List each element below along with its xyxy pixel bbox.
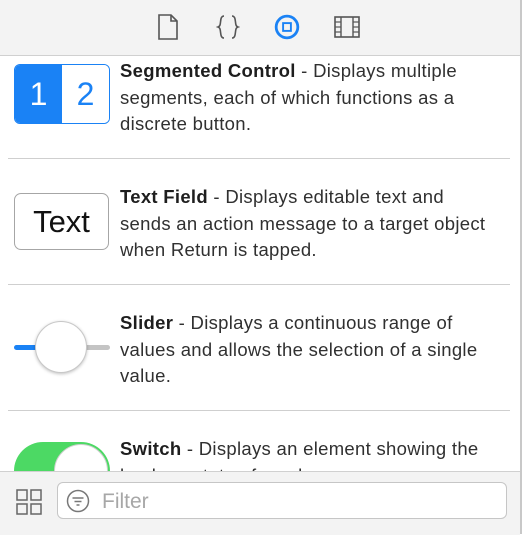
object-library-list[interactable]: 1 2 Segmented Control - Displays multipl… (0, 56, 520, 471)
switch-preview[interactable] (14, 442, 110, 471)
text-field-preview[interactable]: Text (14, 193, 109, 250)
grid-view-icon[interactable] (16, 489, 42, 515)
media-library-film-icon (334, 16, 360, 38)
object-library-icon (274, 14, 300, 40)
file-template-tab[interactable] (155, 13, 181, 41)
file-template-icon (158, 14, 178, 40)
media-library-tab[interactable] (334, 13, 360, 41)
switch-description: Switch - Displays an element showing the… (120, 436, 500, 471)
text-field-sample: Text (33, 203, 90, 239)
divider (8, 284, 510, 285)
segmented-control-description: Segmented Control - Displays multiple se… (120, 58, 500, 138)
slider-preview[interactable] (14, 319, 110, 375)
code-snippet-tab[interactable] (215, 13, 241, 41)
object-library-tab[interactable] (274, 13, 300, 41)
slider-max-track (84, 345, 110, 350)
segmented-control-preview[interactable]: 1 2 (14, 64, 110, 124)
item-title: Switch (120, 438, 182, 459)
filter-field[interactable] (57, 482, 507, 519)
segment-one: 1 (15, 65, 62, 123)
item-title: Slider (120, 312, 174, 333)
filter-icon (66, 489, 90, 513)
item-title: Segmented Control (120, 60, 296, 81)
item-description: - Displays a continuous range of values … (120, 312, 478, 386)
code-snippet-braces-icon (216, 15, 240, 39)
filter-bar (0, 471, 520, 535)
slider-thumb[interactable] (35, 321, 87, 373)
slider-description: Slider - Displays a continuous range of … (120, 310, 500, 390)
filter-input[interactable] (100, 487, 494, 517)
text-field-description: Text Field - Displays editable text and … (120, 184, 500, 264)
library-toolbar (0, 0, 520, 56)
divider (8, 158, 510, 159)
switch-knob (54, 444, 108, 471)
segment-two: 2 (62, 65, 109, 123)
item-title: Text Field (120, 186, 208, 207)
divider (8, 410, 510, 411)
